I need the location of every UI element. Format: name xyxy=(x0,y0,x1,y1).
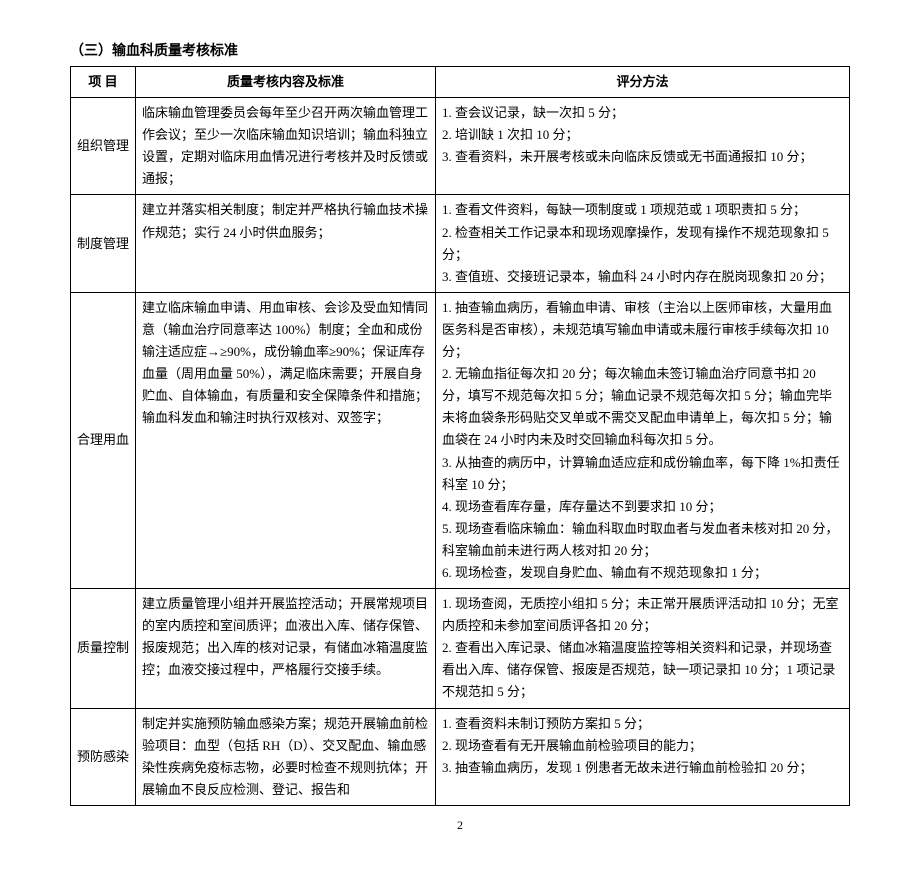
assessment-table: 项 目 质量考核内容及标准 评分方法 组织管理 临床输血管理委员会每年至少召开两… xyxy=(70,66,850,806)
table-row: 合理用血 建立临床输血申请、用血审核、会诊及受血知情同意（输血治疗同意率达 10… xyxy=(71,292,850,588)
page-number: 2 xyxy=(70,818,850,833)
table-row: 质量控制 建立质量管理小组并开展监控活动；开展常规项目的室内质控和室间质评；血液… xyxy=(71,589,850,708)
row-content: 建立质量管理小组并开展监控活动；开展常规项目的室内质控和室间质评；血液出入库、储… xyxy=(136,589,436,708)
header-method: 评分方法 xyxy=(436,67,850,98)
row-name: 制度管理 xyxy=(71,195,136,292)
row-method: 1. 查会议记录，缺一次扣 5 分；2. 培训缺 1 次扣 10 分；3. 查看… xyxy=(436,98,850,195)
row-method: 1. 查看文件资料，每缺一项制度或 1 项规范或 1 项职责扣 5 分；2. 检… xyxy=(436,195,850,292)
row-content: 建立并落实相关制度；制定并严格执行输血技术操作规范；实行 24 小时供血服务； xyxy=(136,195,436,292)
table-row: 制度管理 建立并落实相关制度；制定并严格执行输血技术操作规范；实行 24 小时供… xyxy=(71,195,850,292)
row-name: 预防感染 xyxy=(71,708,136,805)
row-name: 质量控制 xyxy=(71,589,136,708)
row-method: 1. 抽查输血病历，看输血申请、审核（主治以上医师审核，大量用血医务科是否审核）… xyxy=(436,292,850,588)
header-content: 质量考核内容及标准 xyxy=(136,67,436,98)
row-name: 组织管理 xyxy=(71,98,136,195)
table-row: 组织管理 临床输血管理委员会每年至少召开两次输血管理工作会议；至少一次临床输血知… xyxy=(71,98,850,195)
header-project: 项 目 xyxy=(71,67,136,98)
header-row: 项 目 质量考核内容及标准 评分方法 xyxy=(71,67,850,98)
table-row: 预防感染 制定并实施预防输血感染方案；规范开展输血前检验项目：血型（包括 RH（… xyxy=(71,708,850,805)
row-name: 合理用血 xyxy=(71,292,136,588)
row-content: 建立临床输血申请、用血审核、会诊及受血知情同意（输血治疗同意率达 100%）制度… xyxy=(136,292,436,588)
row-method: 1. 查看资料未制订预防方案扣 5 分；2. 现场查看有无开展输血前检验项目的能… xyxy=(436,708,850,805)
row-method: 1. 现场查阅，无质控小组扣 5 分；未正常开展质评活动扣 10 分；无室内质控… xyxy=(436,589,850,708)
row-content: 制定并实施预防输血感染方案；规范开展输血前检验项目：血型（包括 RH（D）、交叉… xyxy=(136,708,436,805)
row-content: 临床输血管理委员会每年至少召开两次输血管理工作会议；至少一次临床输血知识培训；输… xyxy=(136,98,436,195)
section-title: （三）输血科质量考核标准 xyxy=(70,40,850,60)
